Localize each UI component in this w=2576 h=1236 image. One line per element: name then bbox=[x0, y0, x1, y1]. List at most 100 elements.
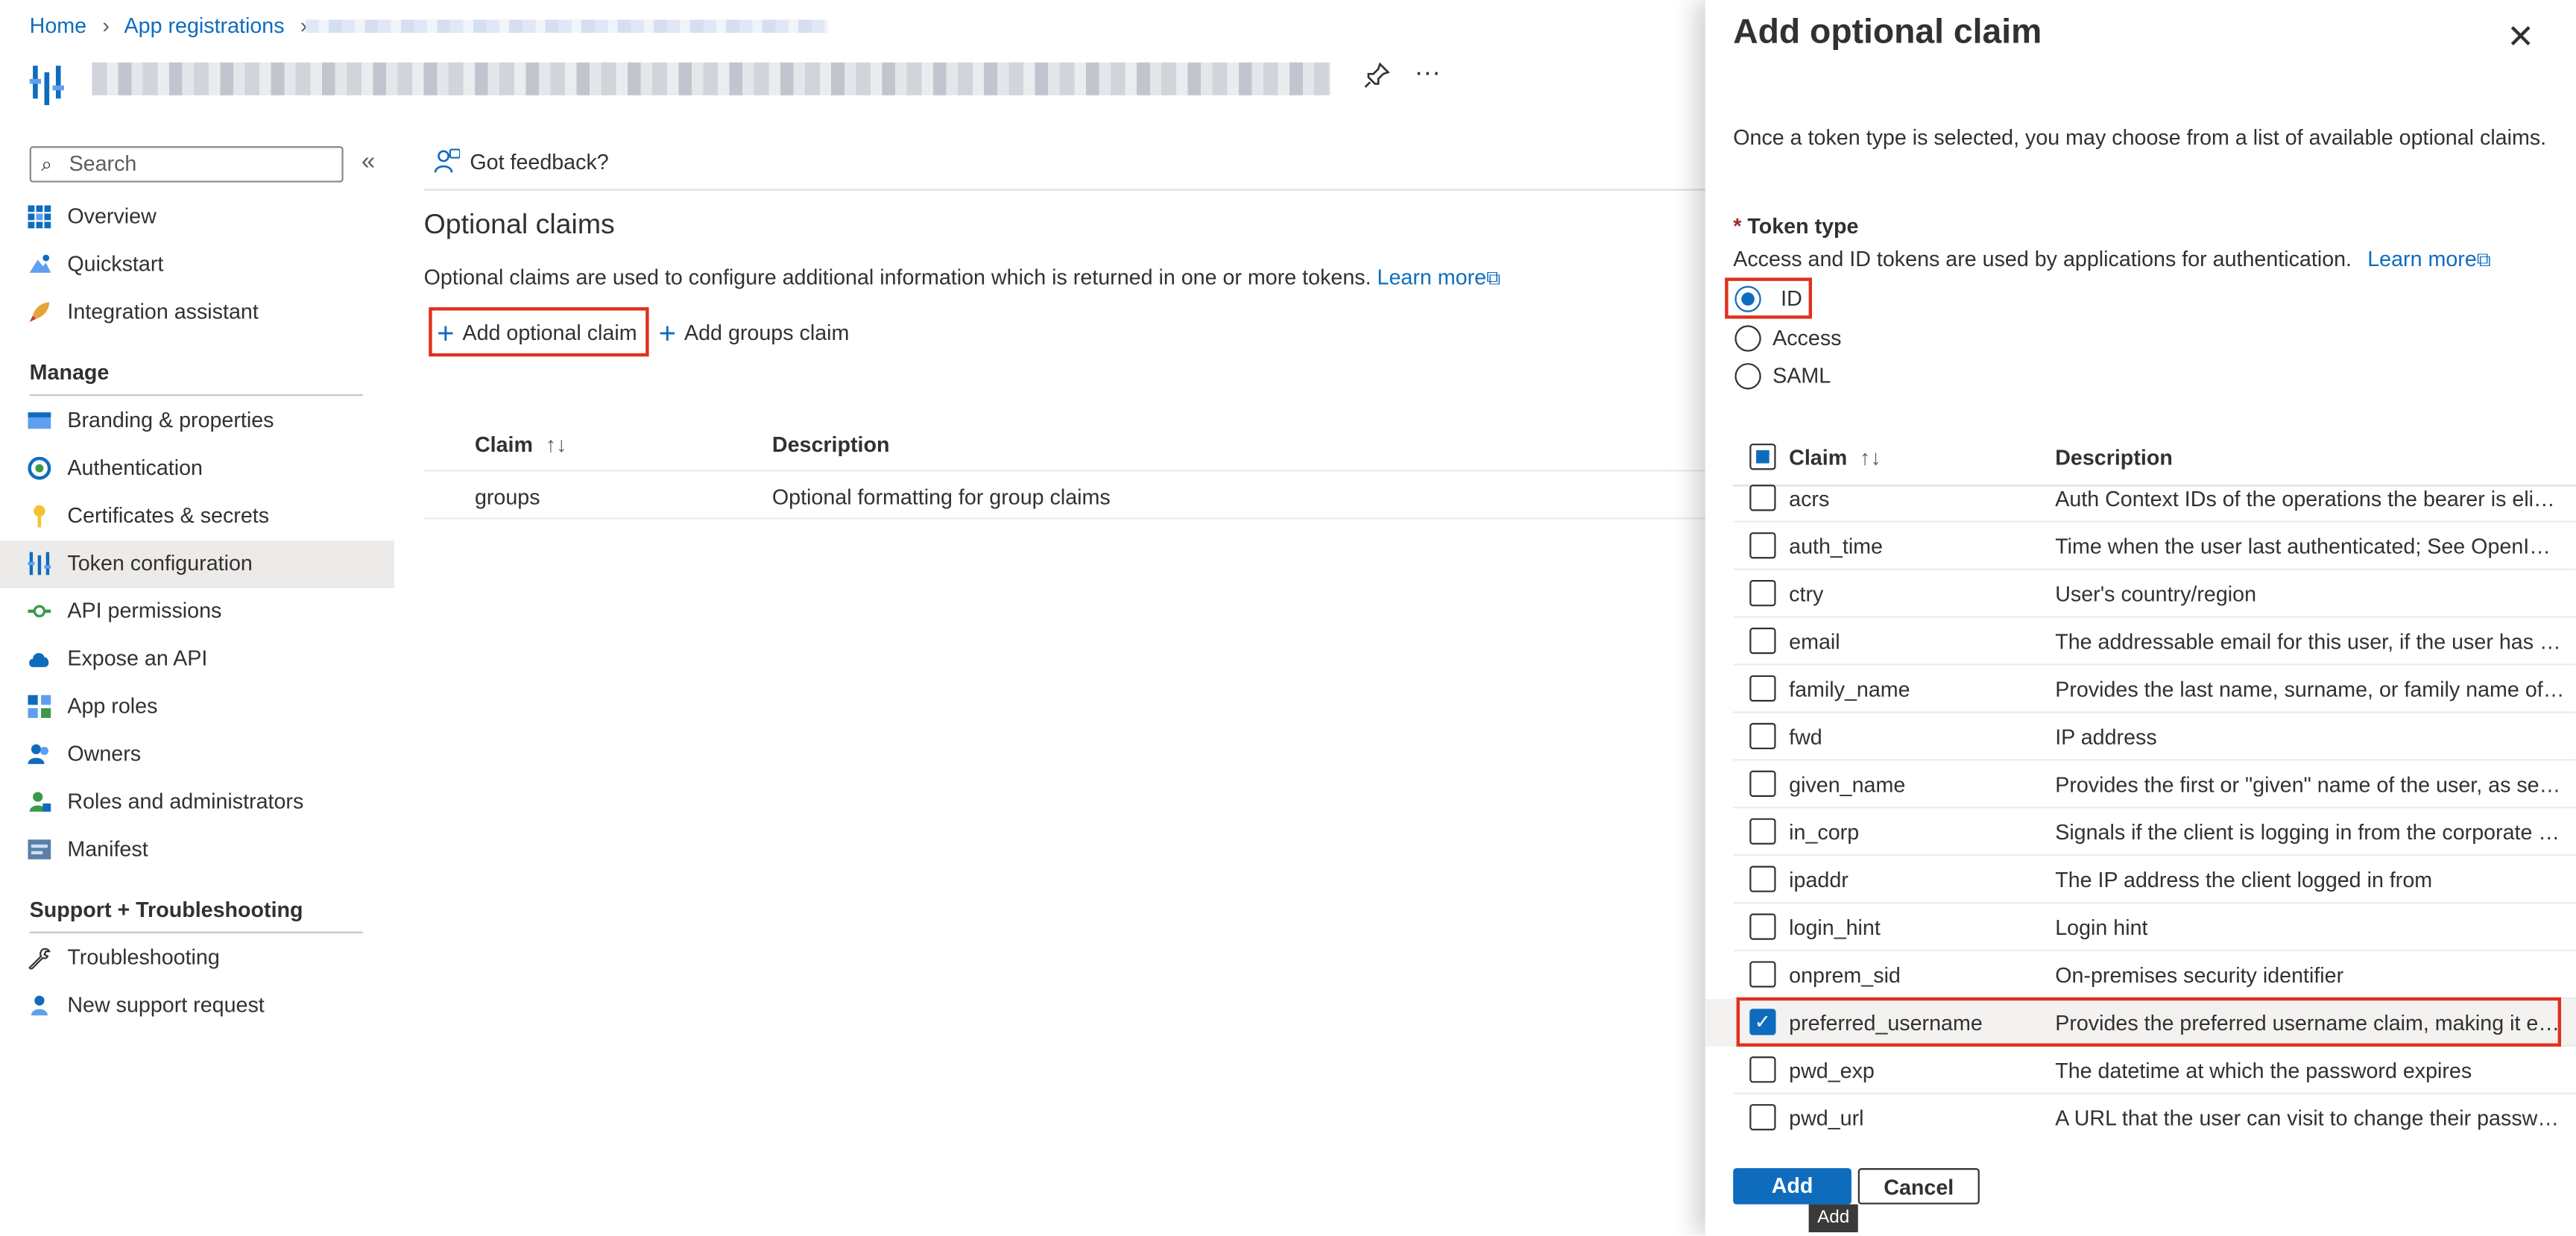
claim-row-pwd-exp[interactable]: pwd_exp The datetime at which the passwor… bbox=[1705, 1047, 2576, 1094]
claim-row-acrs[interactable]: acrs Auth Context IDs of the operations t… bbox=[1705, 475, 2576, 523]
claim-checkbox[interactable] bbox=[1749, 1056, 1776, 1083]
sidebar-item-certificates[interactable]: Certificates & secrets bbox=[0, 493, 394, 540]
sidebar-item-expose-api[interactable]: Expose an API bbox=[0, 636, 394, 684]
add-groups-claim-button[interactable]: + Add groups claim bbox=[659, 317, 850, 351]
sidebar-search[interactable]: ⌕ Search bbox=[29, 146, 344, 183]
close-icon[interactable]: ✕ bbox=[2507, 16, 2534, 57]
claim-checkbox[interactable] bbox=[1749, 485, 1776, 511]
sidebar-item-label: Expose an API bbox=[67, 646, 208, 671]
external-link-icon: ⧉ bbox=[1486, 266, 1500, 289]
claim-checkbox[interactable] bbox=[1749, 961, 1776, 988]
claim-name: ipaddr bbox=[1789, 867, 1849, 892]
sidebar-item-roles-admins[interactable]: Roles and administrators bbox=[0, 779, 394, 827]
feedback-button[interactable]: Got feedback? bbox=[434, 148, 609, 179]
add-groups-claim-label: Add groups claim bbox=[684, 320, 850, 345]
chevron-right-icon: › bbox=[102, 13, 110, 38]
support-heading: Support + Troubleshooting bbox=[29, 897, 303, 922]
roles-icon bbox=[28, 790, 51, 813]
learn-more-link[interactable]: Learn more bbox=[2367, 247, 2477, 271]
sidebar-item-manifest[interactable]: Manifest bbox=[0, 827, 394, 874]
add-button[interactable]: Add bbox=[1733, 1168, 1852, 1205]
sidebar-item-label: Integration assistant bbox=[67, 299, 259, 324]
claim-checkbox[interactable] bbox=[1749, 1104, 1776, 1131]
claim-row-login-hint[interactable]: login_hint Login hint bbox=[1705, 904, 2576, 952]
claim-name: ctry bbox=[1789, 581, 1824, 607]
external-link-icon: ⧉ bbox=[2476, 247, 2491, 271]
radio-button[interactable] bbox=[1734, 325, 1761, 352]
claim-row-onprem-sid[interactable]: onprem_sid On-premises security identifie… bbox=[1705, 951, 2576, 1000]
claim-description: Provides the last name, surname, or fami… bbox=[2055, 677, 2564, 702]
claim-row-ctry[interactable]: ctry User's country/region bbox=[1705, 570, 2576, 618]
claim-description: IP address bbox=[2055, 724, 2157, 750]
sidebar-item-authentication[interactable]: Authentication bbox=[0, 445, 394, 493]
page-description: Optional claims are used to configure ad… bbox=[424, 265, 1500, 291]
page-title: Optional claims bbox=[423, 208, 615, 240]
support-icon bbox=[28, 994, 51, 1017]
claim-description: The datetime at which the password expir… bbox=[2055, 1058, 2472, 1083]
collapse-sidebar-button[interactable]: « bbox=[362, 148, 375, 175]
claim-checkbox[interactable] bbox=[1749, 722, 1776, 750]
app-title-redacted bbox=[92, 62, 1331, 95]
branding-icon bbox=[28, 409, 51, 432]
claim-row-pwd-url[interactable]: pwd_url A URL that the user can visit to … bbox=[1705, 1094, 2576, 1134]
breadcrumb-app-name-redacted[interactable] bbox=[305, 19, 828, 34]
sidebar-item-quickstart[interactable]: Quickstart bbox=[0, 242, 394, 289]
feedback-icon bbox=[434, 148, 461, 179]
sidebar-item-label: New support request bbox=[67, 992, 265, 1018]
search-input[interactable]: Search bbox=[69, 151, 137, 176]
overview-icon bbox=[28, 205, 51, 229]
claim-description: Signals if the client is logging in from… bbox=[2055, 819, 2565, 845]
claim-row-in-corp[interactable]: in_corp Signals if the client is logging … bbox=[1705, 808, 2576, 857]
claim-description: User's country/region bbox=[2055, 581, 2257, 607]
sidebar-item-label: Authentication bbox=[67, 455, 203, 480]
sidebar-item-new-support-request[interactable]: New support request bbox=[0, 983, 394, 1030]
token-type-text: Token type bbox=[1747, 213, 1859, 239]
sidebar-item-owners[interactable]: Owners bbox=[0, 731, 394, 779]
claim-description: The addressable email for this user, if … bbox=[2055, 629, 2565, 655]
claim-row-ipaddr[interactable]: ipaddr The IP address the client logged i… bbox=[1705, 856, 2576, 904]
claim-description: Login hint bbox=[2055, 915, 2148, 940]
claim-checkbox[interactable] bbox=[1749, 818, 1776, 845]
sidebar-item-label: Certificates & secrets bbox=[67, 502, 270, 528]
claim-checkbox[interactable] bbox=[1749, 627, 1776, 655]
sidebar-item-label: Quickstart bbox=[67, 251, 164, 277]
sort-icon: ↑↓ bbox=[545, 432, 567, 457]
sidebar-item-api-permissions[interactable]: API permissions bbox=[0, 588, 394, 636]
claim-row-family-name[interactable]: family_name Provides the last name, surna… bbox=[1705, 666, 2576, 713]
claim-row-fwd[interactable]: fwd IP address bbox=[1705, 713, 2576, 761]
token-type-label: * Token type bbox=[1733, 214, 1858, 239]
sidebar-item-integration-assistant[interactable]: Integration assistant bbox=[0, 289, 394, 337]
claim-checkbox[interactable] bbox=[1749, 580, 1776, 607]
claim-row-auth-time[interactable]: auth_time Time when the user last authent… bbox=[1705, 523, 2576, 570]
radio-button[interactable] bbox=[1734, 363, 1761, 390]
radio-label: Access bbox=[1772, 325, 1842, 350]
claim-checkbox[interactable] bbox=[1749, 532, 1776, 559]
breadcrumb-home[interactable]: Home bbox=[30, 13, 86, 38]
more-options-icon[interactable]: ··· bbox=[1415, 59, 1441, 89]
sidebar-item-label: Manifest bbox=[67, 836, 148, 861]
breadcrumb-app-registrations[interactable]: App registrations bbox=[124, 13, 285, 38]
cancel-button[interactable]: Cancel bbox=[1857, 1168, 1980, 1205]
claim-row-email[interactable]: email The addressable email for this user… bbox=[1705, 618, 2576, 666]
sidebar-item-branding[interactable]: Branding & properties bbox=[0, 397, 394, 445]
sidebar-item-overview[interactable]: Overview bbox=[0, 194, 394, 242]
sidebar-item-token-configuration[interactable]: Token configuration bbox=[0, 540, 394, 589]
pin-icon[interactable] bbox=[1363, 62, 1390, 94]
claim-row-given-name[interactable]: given_name Provides the first or "given" … bbox=[1705, 760, 2576, 809]
claim-checkbox[interactable] bbox=[1749, 913, 1776, 940]
column-header-claim[interactable]: Claim ↑↓ bbox=[1789, 445, 1881, 470]
table-row-claim[interactable]: groups bbox=[475, 485, 540, 509]
owners-icon bbox=[28, 742, 51, 766]
token-type-desc-text: Access and ID tokens are used by applica… bbox=[1733, 246, 2352, 271]
claim-checkbox[interactable] bbox=[1749, 770, 1776, 797]
claim-checkbox[interactable] bbox=[1749, 865, 1776, 892]
column-header-claim[interactable]: Claim ↑↓ bbox=[475, 432, 566, 457]
select-all-checkbox[interactable] bbox=[1749, 444, 1776, 470]
manage-heading: Manage bbox=[29, 359, 110, 385]
claim-checkbox[interactable] bbox=[1749, 675, 1776, 702]
learn-more-link[interactable]: Learn more bbox=[1377, 265, 1487, 289]
search-icon: ⌕ bbox=[41, 152, 52, 176]
sidebar-item-app-roles[interactable]: App roles bbox=[0, 684, 394, 731]
sidebar-item-label: Owners bbox=[67, 741, 142, 766]
sidebar-item-troubleshooting[interactable]: Troubleshooting bbox=[0, 935, 394, 983]
